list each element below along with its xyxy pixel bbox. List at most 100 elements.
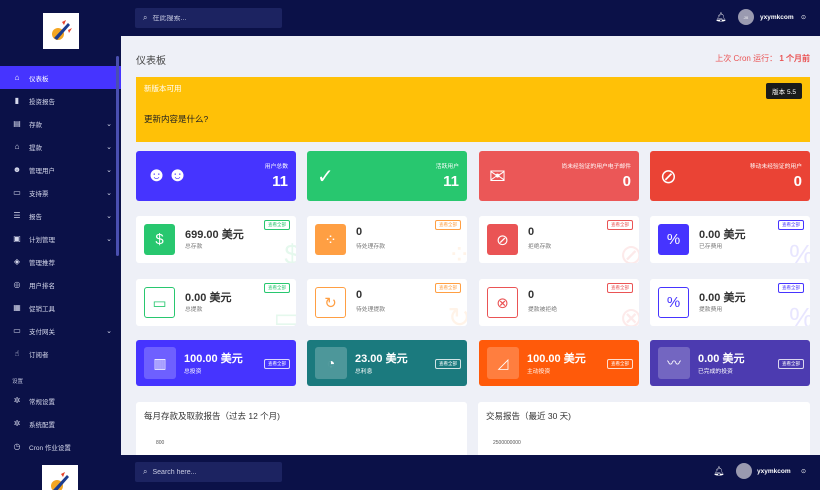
monthly-report-title: 每月存款及取款报告（过去 12 个月) — [144, 411, 281, 421]
finance-card: ⊘ 0 拒绝存款 查看全部 ⊘ — [479, 216, 639, 263]
sidebar-item[interactable]: ▤ 存款 ⌄ — [0, 112, 121, 135]
cron-value: 1 个月前 — [779, 54, 810, 63]
footer-rocket-logo-icon[interactable] — [42, 465, 78, 490]
footer-search-box[interactable]: ⌕ — [135, 462, 282, 482]
sidebar-item[interactable]: ◈ 管理推荐 — [0, 250, 121, 273]
finance-card: ⁘ 0 待处理存款 查看全部 ⁘ — [307, 216, 467, 263]
sidebar-item[interactable]: ▣ 计划管理 ⌄ — [0, 227, 121, 250]
users-icon: ☻ — [12, 165, 22, 174]
sidebar-item[interactable]: ▮ 投资报告 — [0, 89, 121, 112]
sidebar-settings-item[interactable]: ✲ 常规设置 — [0, 389, 121, 412]
investment-card: 〰 0.00 美元 已完成的投资 查看全部 — [650, 340, 810, 386]
top-navbar: ⌕ 🔔︎ JX yxymkcom ⊙ — [121, 0, 820, 36]
view-all-button[interactable]: 查看全部 — [778, 220, 804, 230]
ticket-icon: ▭ — [13, 188, 21, 197]
footer-bell-icon[interactable]: 🔔︎ — [713, 466, 724, 477]
finance-card-amount: 0 — [528, 226, 535, 238]
view-all-button[interactable]: 查看全部 — [264, 359, 290, 369]
decorative-spinner-icon: ⁘ — [448, 238, 467, 263]
view-all-button[interactable]: 查看全部 — [264, 283, 290, 293]
spinner-icon: ⁘ — [315, 224, 346, 255]
decorative-ban-icon: ⊘ — [619, 239, 639, 263]
sidebar-item[interactable]: ⌂ 提款 ⌄ — [0, 135, 121, 158]
sidebar-item-label: 投资报告 — [29, 98, 55, 106]
view-all-button[interactable]: 查看全部 — [778, 283, 804, 293]
investment-card-amount: 100.00 美元 — [184, 353, 243, 365]
stat-card[interactable]: ✉ 尚未经验证的用户电子邮件 0 — [479, 151, 639, 201]
view-all-button[interactable]: 查看全部 — [607, 283, 633, 293]
stat-card-label: 移动未经验证的用户 — [749, 164, 802, 170]
sidebar-item[interactable]: ⌂ 仪表板 — [0, 66, 121, 89]
footer-search-input[interactable] — [152, 468, 273, 476]
finance-card-amount: 0 — [356, 289, 363, 301]
sidebar-settings-item[interactable]: ◷ Cron 作业设置 — [0, 435, 121, 455]
avatar[interactable]: JX — [738, 9, 754, 25]
view-all-button[interactable]: 查看全部 — [435, 359, 461, 369]
sidebar-item-label: 提款 — [29, 144, 42, 152]
sidebar-logo[interactable] — [0, 0, 121, 62]
sidebar-item[interactable]: ▦ 促销工具 — [0, 296, 121, 319]
sidebar-item[interactable]: ▭ 支付网关 ⌄ — [0, 319, 121, 342]
view-all-button[interactable]: 查看全部 — [778, 359, 804, 369]
user-menu-caret-icon[interactable]: ⊙ — [801, 14, 806, 21]
stat-card[interactable]: ✓ 活跃用户 11 — [307, 151, 467, 201]
footer-user-caret-icon[interactable]: ⊙ — [801, 468, 806, 475]
finance-card-label: 总提款 — [185, 307, 203, 313]
investment-card-label: 总投资 — [184, 369, 202, 375]
sidebar-item-label: 促销工具 — [29, 305, 55, 313]
sidebar-item[interactable]: ☰ 报告 ⌄ — [0, 204, 121, 227]
stat-card-label: 活跃用户 — [435, 164, 459, 170]
thumbs-up-icon: ☝ — [14, 349, 20, 358]
percent-icon: % — [658, 224, 689, 255]
ban-icon: ⊘ — [487, 224, 518, 255]
stat-card[interactable]: ☻☻ 用户总数 11 — [136, 151, 296, 201]
decorative-wallet-icon: ▭ — [273, 302, 296, 326]
sidebar-item-label: 订阅者 — [29, 351, 49, 359]
home-icon: ⌂ — [14, 73, 20, 82]
investment-card: ◔ 23.00 美元 总利息 查看全部 — [307, 340, 467, 386]
footer-navbar: ⌕ 🔔︎ yxymkcom ⊙ — [121, 455, 820, 490]
sidebar-item[interactable]: ☝ 订阅者 — [0, 342, 121, 365]
sidebar-settings-item[interactable]: ✲ 系统配置 — [0, 412, 121, 435]
monthly-report-card: 每月存款及取款报告（过去 12 个月) 800 — [136, 402, 467, 455]
bell-icon[interactable]: 🔔︎ — [715, 12, 726, 23]
decorative-sync-icon: ↻ — [447, 302, 467, 326]
deposit-icon: ▤ — [13, 119, 21, 128]
view-all-button[interactable]: 查看全部 — [607, 220, 633, 230]
sidebar-item[interactable]: ☻ 管理用户 ⌄ — [0, 158, 121, 181]
footer-avatar[interactable] — [736, 463, 752, 479]
sidebar-menu: ⌂ 仪表板 ▮ 投资报告 ▤ 存款 ⌄ ⌂ 提款 ⌄ ☻ 管理用户 ⌄ ▭ 支持票 ⌄ ☰ 报告 ⌄ ▣ 计划管理 ⌄ ◈ 管… — [0, 66, 121, 455]
sidebar-item-label: Cron 作业设置 — [29, 444, 71, 452]
chevron-down-icon: ⌄ — [106, 143, 112, 151]
medal-icon: ◎ — [13, 280, 21, 289]
no-mobile-icon: ⊘ — [660, 166, 677, 188]
footer-username[interactable]: yxymkcom — [757, 468, 791, 475]
investment-card-amount: 0.00 美元 — [698, 353, 745, 365]
view-all-button[interactable]: 查看全部 — [264, 220, 290, 230]
view-all-button[interactable]: 查看全部 — [435, 220, 461, 230]
stat-card[interactable]: ⊘ 移动未经验证的用户 0 — [650, 151, 810, 201]
investment-card: ▥ 100.00 美元 总投资 查看全部 — [136, 340, 296, 386]
chevron-down-icon: ⌄ — [106, 212, 112, 220]
footer-logo-area — [0, 455, 121, 490]
investment-card: ◿ 100.00 美元 主动投资 查看全部 — [479, 340, 639, 386]
username[interactable]: yxymkcom — [760, 14, 794, 21]
alert-text: 更新内容是什么? — [144, 114, 209, 124]
sidebar-item-label: 报告 — [29, 213, 42, 221]
sidebar-scrollbar[interactable] — [116, 56, 119, 256]
investment-card-label: 主动投资 — [527, 369, 551, 375]
version-button[interactable]: 版本 5.5 — [766, 83, 802, 99]
sidebar-item[interactable]: ◎ 用户排名 — [0, 273, 121, 296]
list-icon: ☰ — [13, 211, 21, 220]
finance-card-label: 提款被拒绝 — [528, 307, 557, 313]
search-input[interactable] — [152, 14, 273, 22]
search-icon: ⌕ — [143, 13, 148, 22]
view-all-button[interactable]: 查看全部 — [607, 359, 633, 369]
stat-card-value: 11 — [272, 173, 288, 190]
search-box[interactable]: ⌕ — [135, 8, 282, 28]
finance-card-label: 提款费用 — [699, 307, 723, 313]
chevron-down-icon: ⌄ — [106, 235, 112, 243]
sidebar-item[interactable]: ▭ 支持票 ⌄ — [0, 181, 121, 204]
view-all-button[interactable]: 查看全部 — [435, 283, 461, 293]
sidebar-item-label: 支付网关 — [29, 328, 55, 336]
